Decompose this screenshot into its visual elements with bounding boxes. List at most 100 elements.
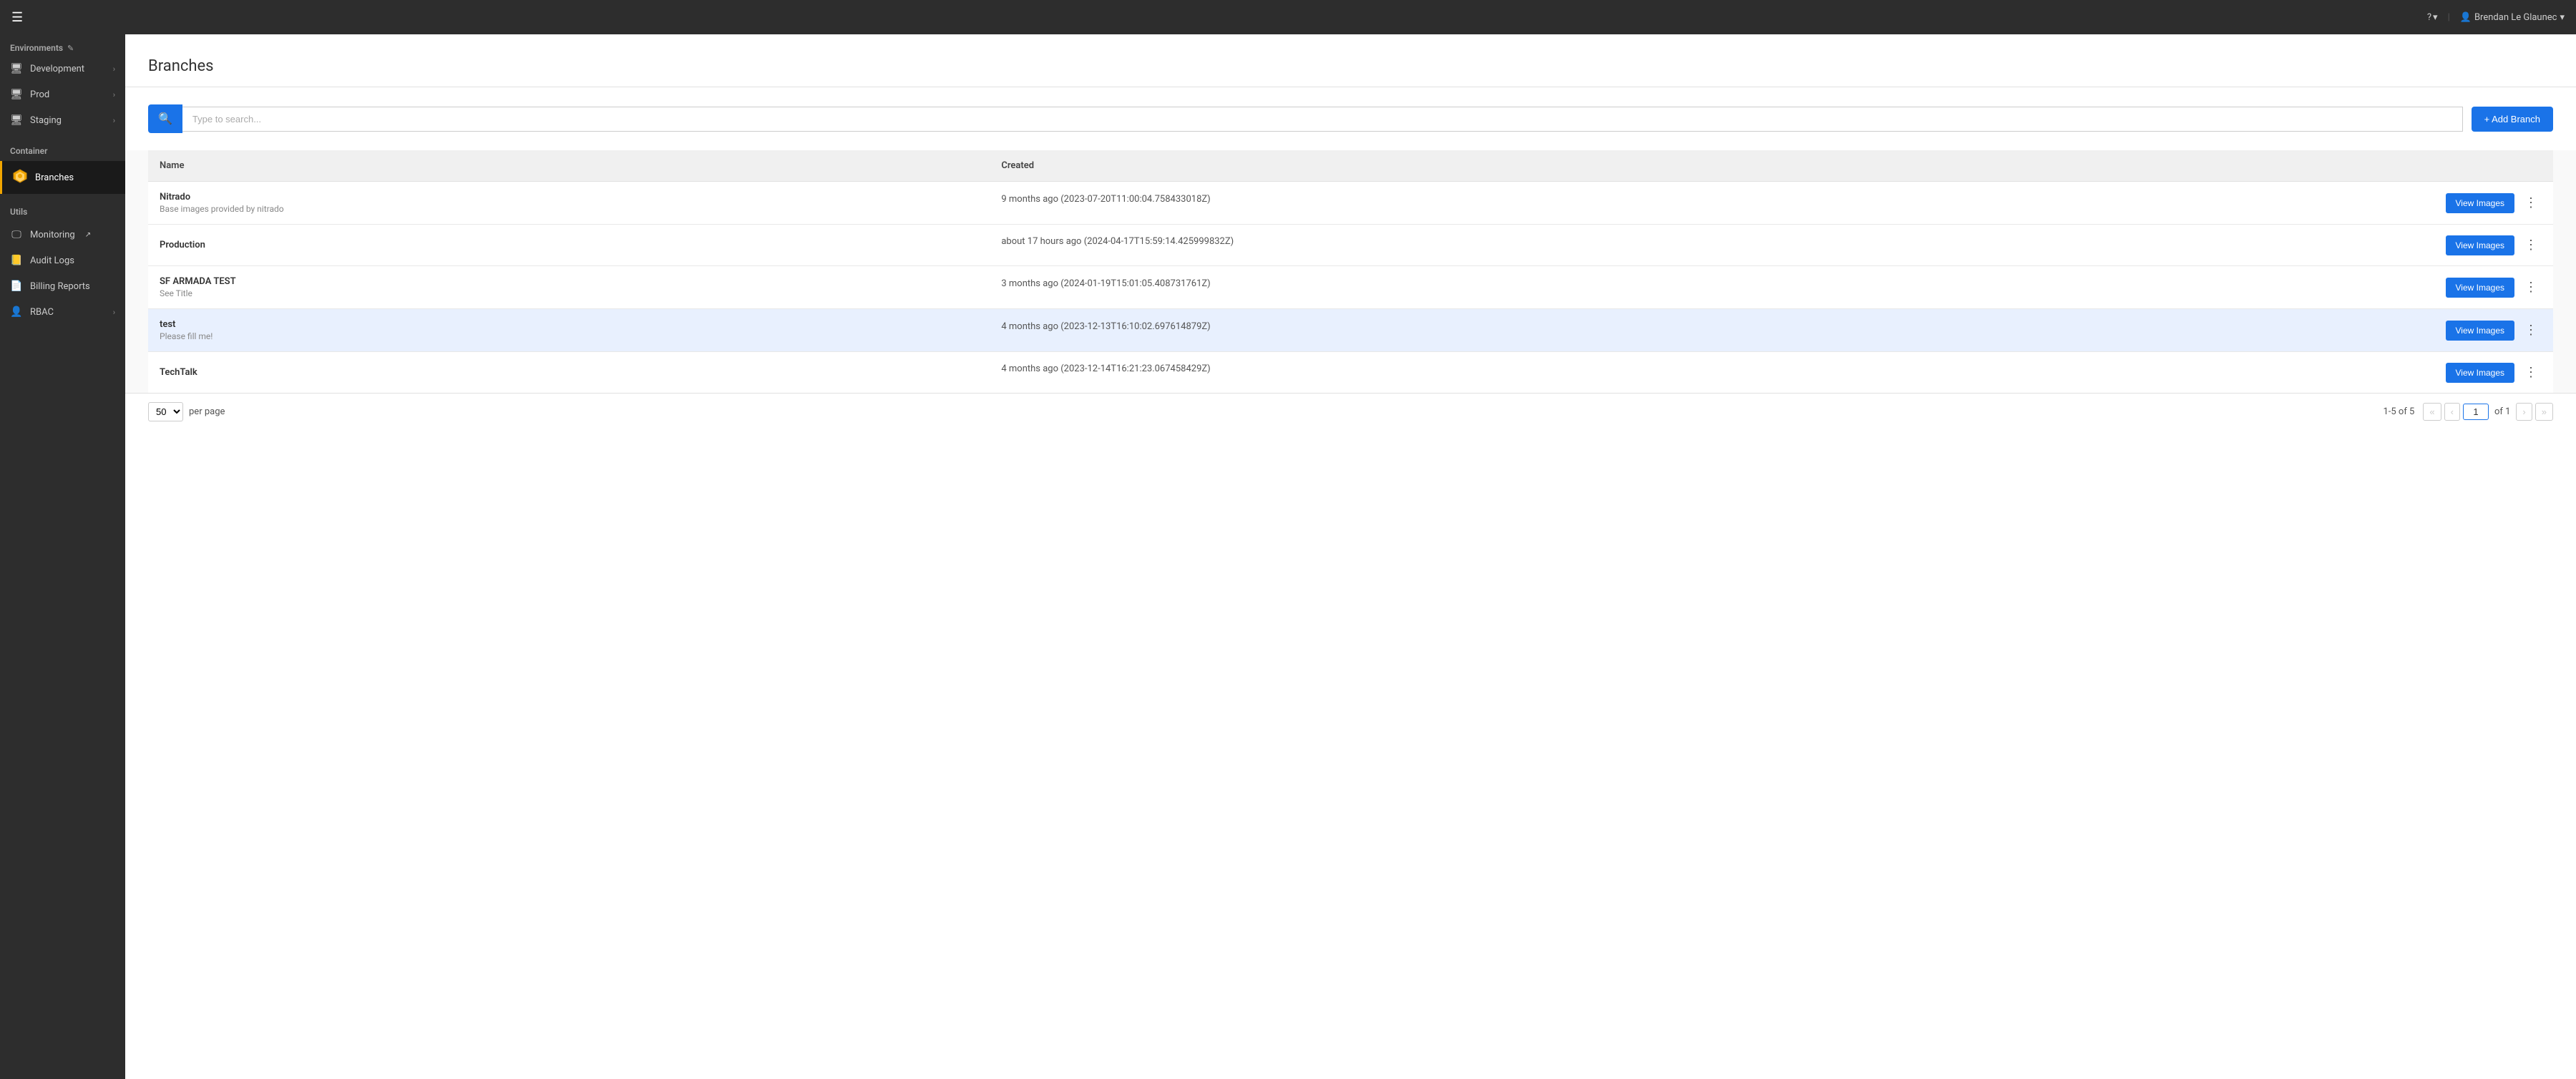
row-desc: Base images provided by nitrado — [160, 204, 978, 214]
sidebar-item-monitoring[interactable]: 🖵 Monitoring ↗ — [0, 222, 125, 248]
row-created-cell: 3 months ago (2024-01-19T15:01:05.408731… — [990, 266, 2410, 308]
sidebar-item-label: Staging — [30, 115, 62, 126]
row-actions-cell: View Images ⋮ — [2410, 352, 2553, 393]
next-page-button[interactable]: › — [2516, 403, 2532, 421]
row-name-cell: Nitrado Base images provided by nitrado — [148, 182, 990, 225]
row-name: Nitrado — [160, 192, 978, 202]
add-branch-button[interactable]: + Add Branch — [2472, 107, 2553, 132]
edit-icon: ✎ — [67, 44, 74, 53]
row-created-cell: about 17 hours ago (2024-04-17T15:59:14.… — [990, 225, 2410, 265]
sidebar-item-staging[interactable]: 🖥 Staging › — [0, 107, 125, 133]
monitor-icon: 🖥 — [10, 114, 23, 126]
utils-section-label: Utils — [10, 207, 27, 217]
menu-icon[interactable]: ☰ — [11, 10, 23, 25]
view-images-button[interactable]: View Images — [2446, 321, 2514, 341]
help-icon: ? — [2427, 12, 2431, 23]
help-button[interactable]: ? ▾ — [2427, 12, 2438, 23]
sidebar-item-prod[interactable]: 🖥 Prod › — [0, 82, 125, 107]
sidebar-item-label: Prod — [30, 89, 49, 100]
row-desc: Please fill me! — [160, 331, 978, 341]
kebab-menu-button[interactable]: ⋮ — [2520, 362, 2542, 383]
row-date: 3 months ago (2024-01-19T15:01:05.408731… — [990, 275, 2410, 299]
page-title: Branches — [148, 57, 2553, 75]
row-name-cell: SF ARMADA TEST See Title — [148, 266, 990, 308]
row-created-cell: 4 months ago (2023-12-13T16:10:02.697614… — [990, 309, 2410, 351]
topbar: ☰ ? ▾ | 👤 Brendan Le Glaunec ▾ — [0, 0, 2576, 34]
per-page-label: per page — [189, 406, 225, 417]
first-page-button[interactable]: « — [2423, 403, 2441, 421]
container-section-label: Container — [10, 146, 47, 156]
row-date: about 17 hours ago (2024-04-17T15:59:14.… — [990, 233, 2410, 257]
table-row: Nitrado Base images provided by nitrado … — [148, 182, 2553, 225]
row-name: TechTalk — [160, 367, 978, 378]
sidebar-item-label: RBAC — [30, 307, 54, 318]
table-row: SF ARMADA TEST See Title 3 months ago (2… — [148, 266, 2553, 308]
user-icon: 👤 — [2460, 12, 2472, 23]
document-icon: 📄 — [10, 280, 23, 292]
row-name: Production — [160, 240, 978, 250]
chevron-right-icon: › — [113, 64, 115, 74]
sidebar-item-label: Branches — [35, 172, 74, 183]
search-input[interactable] — [182, 107, 2463, 132]
sidebar-item-audit-logs[interactable]: 📒 Audit Logs — [0, 248, 125, 273]
pagination-right: 1-5 of 5 « ‹ of 1 › » — [2383, 403, 2553, 421]
row-actions-cell: View Images ⋮ — [2410, 182, 2553, 225]
row-date: 4 months ago (2023-12-14T16:21:23.067458… — [990, 361, 2410, 384]
sidebar-item-label: Development — [30, 64, 84, 74]
row-actions-cell: View Images ⋮ — [2410, 266, 2553, 308]
per-page-select[interactable]: 50 25 10 — [148, 402, 183, 421]
row-desc: See Title — [160, 288, 978, 298]
kebab-menu-button[interactable]: ⋮ — [2520, 320, 2542, 341]
col-created: Created — [990, 150, 2410, 182]
search-bar: 🔍 + Add Branch — [148, 104, 2553, 133]
per-page-control: 50 25 10 per page — [148, 402, 225, 421]
kebab-menu-button[interactable]: ⋮ — [2520, 277, 2542, 298]
sidebar-item-billing-reports[interactable]: 📄 Billing Reports — [0, 273, 125, 299]
page-number-input[interactable] — [2463, 404, 2489, 420]
sidebar-item-branches[interactable]: Branches — [0, 161, 125, 194]
table-row: TechTalk 4 months ago (2023-12-14T16:21:… — [148, 352, 2553, 393]
topbar-right: ? ▾ | 👤 Brendan Le Glaunec ▾ — [2427, 12, 2565, 23]
sidebar: Environments ✎ 🖥 Development › 🖥 Prod › … — [0, 34, 125, 1079]
book-icon: 📒 — [10, 255, 23, 266]
last-page-button[interactable]: » — [2535, 403, 2553, 421]
help-chevron-icon: ▾ — [2433, 12, 2438, 23]
row-date: 4 months ago (2023-12-13T16:10:02.697614… — [990, 318, 2410, 342]
col-actions — [2410, 150, 2553, 182]
search-button[interactable]: 🔍 — [148, 104, 182, 133]
external-link-icon: ↗ — [85, 231, 91, 239]
sidebar-item-development[interactable]: 🖥 Development › — [0, 56, 125, 82]
chevron-right-icon: › — [113, 90, 115, 99]
row-created-cell: 9 months ago (2023-07-20T11:00:04.758433… — [990, 182, 2410, 225]
user-chevron-icon: ▾ — [2560, 12, 2565, 23]
user-menu-button[interactable]: 👤 Brendan Le Glaunec ▾ — [2460, 12, 2565, 23]
sidebar-item-rbac[interactable]: 👤 RBAC › — [0, 299, 125, 325]
prev-page-button[interactable]: ‹ — [2444, 403, 2460, 421]
col-name: Name — [148, 150, 990, 182]
view-images-button[interactable]: View Images — [2446, 278, 2514, 298]
sidebar-item-label: Audit Logs — [30, 255, 74, 266]
table-header: Name Created — [148, 150, 2553, 182]
view-images-button[interactable]: View Images — [2446, 193, 2514, 213]
chevron-right-icon: › — [113, 116, 115, 125]
user-label: Brendan Le Glaunec — [2474, 12, 2557, 23]
row-actions-cell: View Images ⋮ — [2410, 225, 2553, 265]
user-icon: 👤 — [10, 306, 23, 318]
of-total-label: of 1 — [2494, 406, 2510, 417]
kebab-menu-button[interactable]: ⋮ — [2520, 235, 2542, 255]
branches-table: Name Created Nitrado Base images provide… — [148, 150, 2553, 393]
monitor-icon: 🖥 — [10, 89, 23, 100]
kebab-menu-button[interactable]: ⋮ — [2520, 192, 2542, 213]
chevron-right-icon: › — [113, 308, 115, 317]
sidebar-item-label: Monitoring — [30, 230, 75, 240]
row-name-cell: Production — [148, 225, 990, 265]
branches-table-wrapper: Name Created Nitrado Base images provide… — [125, 150, 2576, 393]
topbar-left: ☰ — [11, 10, 23, 25]
row-name: SF ARMADA TEST — [160, 276, 978, 287]
view-images-button[interactable]: View Images — [2446, 235, 2514, 255]
row-name: test — [160, 319, 978, 330]
search-icon: 🔍 — [158, 112, 172, 126]
row-name-cell: test Please fill me! — [148, 309, 990, 351]
view-images-button[interactable]: View Images — [2446, 363, 2514, 383]
table-row: Production about 17 hours ago (2024-04-1… — [148, 225, 2553, 265]
